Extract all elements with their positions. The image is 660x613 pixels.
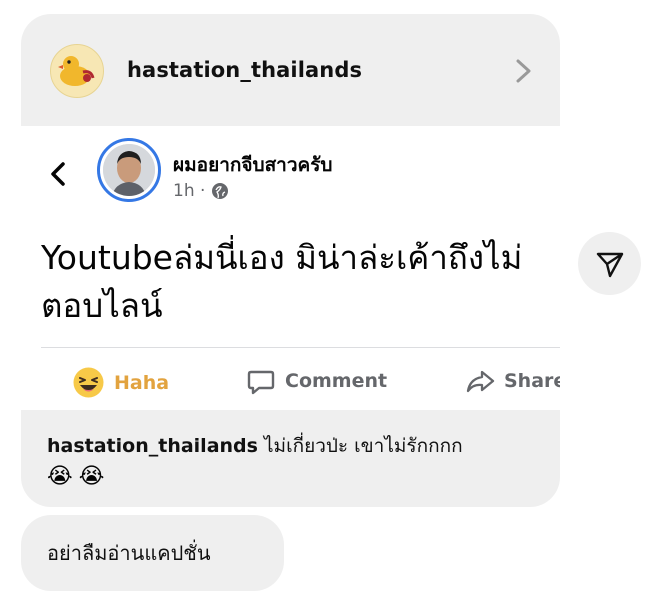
crying-emoji: 😭 bbox=[78, 464, 105, 489]
globe-icon bbox=[212, 183, 229, 199]
post-meta: 1h · bbox=[173, 181, 229, 201]
post-action-bar: Haha Comment Share bbox=[21, 348, 560, 410]
caption-line: hastation_thailands ไม่เกี่ยวป่ะ เขาไม่ร… bbox=[47, 432, 559, 460]
shared-account-name[interactable]: hastation_thailands bbox=[127, 58, 362, 82]
crying-emoji: 😭 bbox=[47, 464, 73, 489]
send-button[interactable] bbox=[578, 232, 641, 295]
caption-username[interactable]: hastation_thailands bbox=[47, 435, 258, 457]
haha-label: Haha bbox=[114, 371, 170, 394]
profile-photo-icon bbox=[103, 144, 155, 196]
caption-text: hastation_thailands ไม่เกี่ยวป่ะ เขาไม่ร… bbox=[47, 432, 559, 492]
shared-post-header[interactable]: hastation_thailands bbox=[21, 14, 560, 126]
share-label: Share bbox=[504, 370, 560, 392]
share-icon bbox=[466, 370, 495, 393]
author-photo bbox=[103, 144, 155, 196]
post-text: Youtubeล่มนี่เอง มิน่าล่ะเค้าถึงไม่ตอบไล… bbox=[41, 238, 523, 325]
comment-icon bbox=[247, 370, 275, 395]
comment-label: Comment bbox=[285, 370, 388, 392]
author-avatar[interactable] bbox=[97, 138, 161, 202]
send-icon bbox=[596, 252, 623, 277]
comment-button[interactable]: Comment bbox=[246, 366, 387, 396]
account-avatar[interactable] bbox=[50, 44, 104, 98]
share-button[interactable]: Share bbox=[465, 366, 560, 396]
message-bubble[interactable]: อย่าลืมอ่านแคปชั่น bbox=[21, 515, 284, 591]
post-author-name[interactable]: ผมอยากจีบสาวครับ bbox=[173, 150, 332, 180]
message-text: อย่าลืมอ่านแคปชั่น bbox=[47, 541, 211, 565]
duck-mascot-icon bbox=[55, 49, 99, 93]
chevron-left-icon[interactable] bbox=[47, 159, 69, 189]
post-time: 1h · bbox=[173, 181, 206, 201]
caption-emojis: 😭 😭 bbox=[47, 462, 559, 492]
caption-message: ไม่เกี่ยวป่ะ เขาไม่รักกกก bbox=[257, 435, 463, 457]
facebook-post[interactable]: ผมอยากจีบสาวครับ 1h · Youtubeล่มนี่เอง ม… bbox=[21, 126, 560, 410]
haha-reaction-icon bbox=[73, 367, 104, 398]
chevron-right-icon[interactable] bbox=[511, 57, 535, 85]
haha-reaction-button[interactable]: Haha bbox=[72, 366, 169, 399]
